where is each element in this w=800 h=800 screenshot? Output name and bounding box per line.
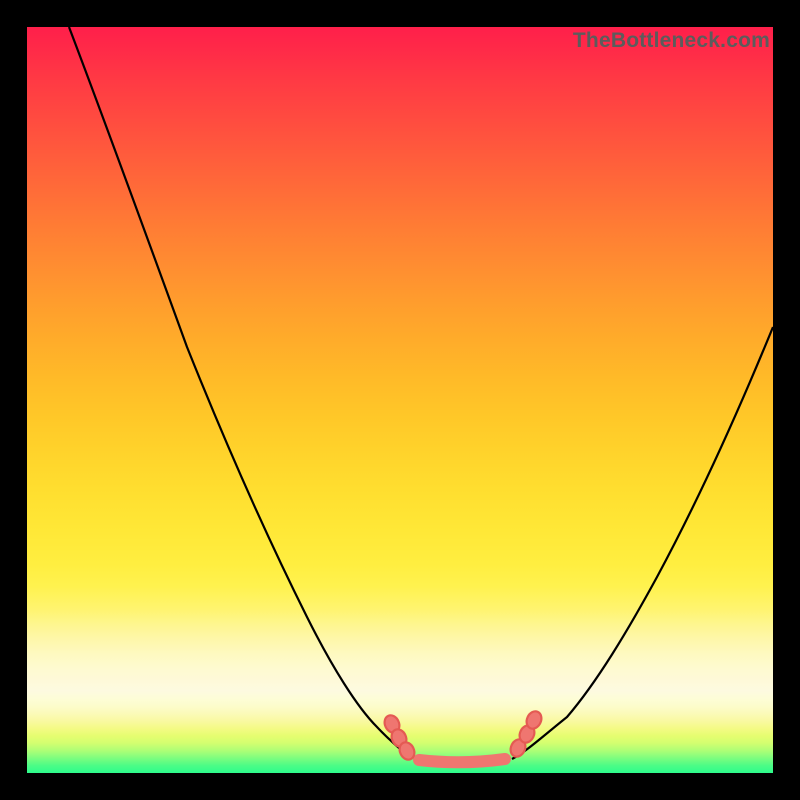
right-curve bbox=[512, 327, 773, 759]
valley-bridge bbox=[419, 759, 505, 762]
chart-svg bbox=[27, 27, 773, 773]
left-curve bbox=[69, 27, 412, 759]
valley-dots bbox=[382, 709, 544, 762]
outer-frame: TheBottleneck.com bbox=[0, 0, 800, 800]
plot-area: TheBottleneck.com bbox=[27, 27, 773, 773]
